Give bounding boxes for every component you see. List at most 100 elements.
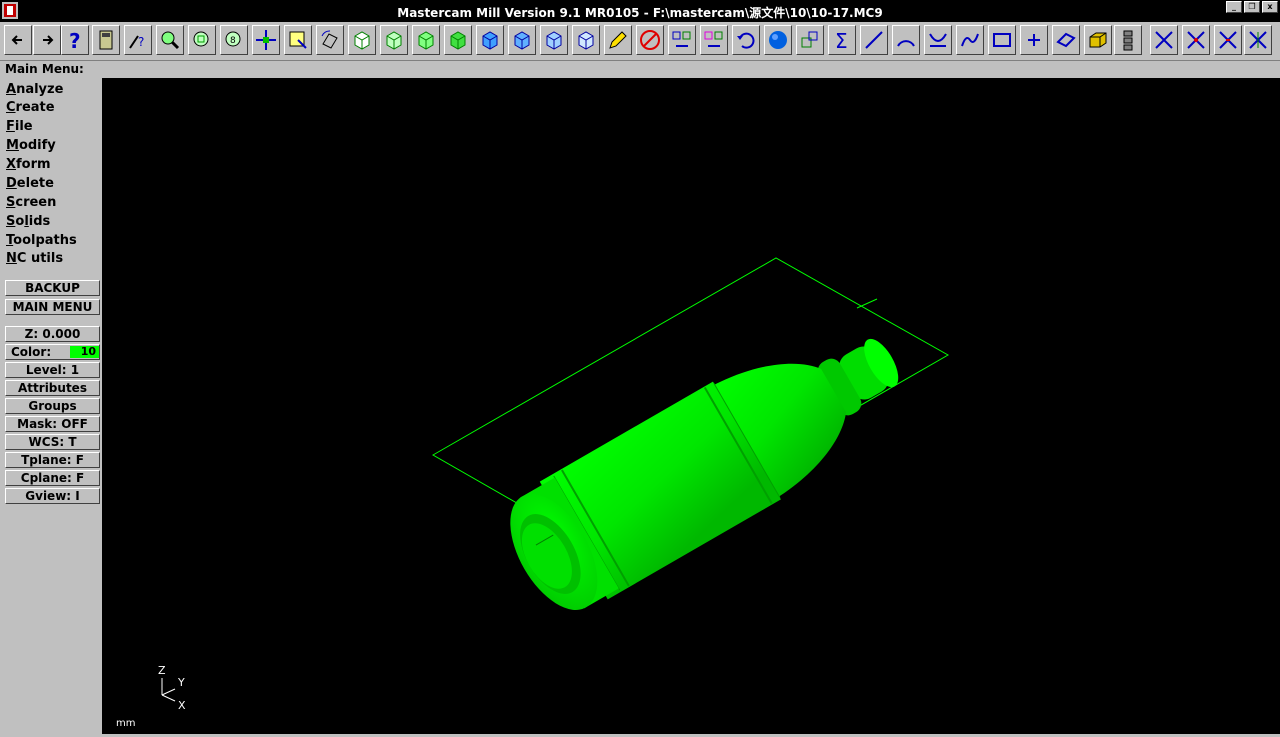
z-depth-button[interactable]: Z: 0.000 [5, 326, 100, 342]
no-delete-icon [640, 30, 660, 50]
sum-icon: Σ [835, 29, 848, 52]
surface-button[interactable] [1052, 25, 1080, 55]
menu-item-create[interactable]: Create [6, 100, 55, 115]
zoom-window-button[interactable] [188, 25, 216, 55]
pencil-icon [609, 31, 627, 49]
line-button[interactable] [860, 25, 888, 55]
forward-arrow-button[interactable] [33, 25, 61, 55]
attributes-button[interactable]: Attributes [5, 380, 100, 396]
spline-button[interactable] [956, 25, 984, 55]
cplane-side-button[interactable] [540, 25, 568, 55]
view-front-button[interactable] [380, 25, 408, 55]
trim-multi-button[interactable] [1244, 25, 1272, 55]
help-button[interactable]: ? [61, 25, 89, 55]
surface-icon [1056, 32, 1076, 48]
tree-icon [1123, 30, 1133, 51]
cplane-front-button[interactable] [508, 25, 536, 55]
pan-button[interactable] [252, 25, 280, 55]
view-iso-button[interactable] [444, 25, 472, 55]
color-swatch: 10 [70, 346, 99, 358]
svg-text:8: 8 [230, 36, 236, 46]
svg-text:?: ? [69, 29, 81, 52]
minimize-button[interactable]: _ [1226, 1, 1242, 13]
menu-item-screen[interactable]: Screen [6, 195, 56, 210]
translate-button[interactable] [668, 25, 696, 55]
restore-button[interactable]: ❐ [1244, 1, 1260, 13]
menu-item-analyze[interactable]: Analyze [6, 82, 63, 97]
cplane-top-icon [482, 31, 498, 50]
arc-icon [897, 40, 915, 47]
zoom-in-button[interactable] [156, 25, 184, 55]
toolbar: ?? 8 Σ [0, 22, 1280, 61]
close-button[interactable]: x [1262, 1, 1278, 13]
trim-multi-icon [1249, 31, 1267, 49]
pan-icon [256, 30, 276, 50]
groups-button[interactable]: Groups [5, 398, 100, 414]
view-top-icon [354, 31, 370, 50]
solid-box-button[interactable] [1084, 25, 1112, 55]
fillet-icon [929, 33, 947, 47]
level-button[interactable]: Level: 1 [5, 362, 100, 378]
fillet-button[interactable] [924, 25, 952, 55]
view-top-button[interactable] [348, 25, 376, 55]
copy-button[interactable] [700, 25, 728, 55]
tree-button[interactable] [1114, 25, 1142, 55]
main-menu-button[interactable]: MAIN MENU [5, 299, 100, 315]
copy-icon [704, 31, 723, 47]
undo-button[interactable] [732, 25, 760, 55]
calculator-button[interactable] [92, 25, 120, 55]
cplane-button[interactable]: Cplane: F [5, 470, 100, 486]
mask-button[interactable]: Mask: OFF [5, 416, 100, 432]
backup-button[interactable]: BACKUP [5, 280, 100, 296]
line-icon [865, 31, 883, 49]
cplane-top-button[interactable] [476, 25, 504, 55]
cplane-side-icon [546, 31, 562, 50]
menu-item-toolpaths[interactable]: Toolpaths [6, 233, 77, 248]
main-menu-label: Main Menu: [5, 62, 84, 76]
sphere-button[interactable] [764, 25, 792, 55]
analyze-query-button[interactable]: ? [124, 25, 152, 55]
sum-button[interactable]: Σ [828, 25, 856, 55]
tplane-button[interactable]: Tplane: F [5, 452, 100, 468]
gview-button[interactable]: Gview: I [5, 488, 100, 504]
trim-divide-button[interactable] [1214, 25, 1242, 55]
menu-item-solids[interactable]: Solids [6, 214, 50, 229]
pencil-button[interactable] [604, 25, 632, 55]
forward-arrow-icon [43, 35, 54, 45]
solid-box-icon [1089, 32, 1107, 48]
color-button[interactable]: Color: 10 [5, 344, 100, 360]
point-icon [1028, 34, 1040, 46]
analyze-query-icon: ? [129, 35, 144, 49]
rectangle-icon [993, 33, 1011, 47]
sphere-icon [769, 31, 787, 49]
axis-y-label: Y [178, 676, 185, 689]
break-button[interactable] [1182, 25, 1210, 55]
rectangle-button[interactable] [988, 25, 1016, 55]
graphics-viewport[interactable]: Z Y X mm [102, 78, 1280, 734]
zoom-in-icon [161, 31, 180, 50]
scale-button[interactable] [796, 25, 824, 55]
cplane-3d-icon [578, 31, 594, 50]
menu-item-xform[interactable]: Xform [6, 157, 51, 172]
wcs-button[interactable]: WCS: T [5, 434, 100, 450]
menu-item-delete[interactable]: Delete [6, 176, 54, 191]
select-edit-button[interactable] [284, 25, 312, 55]
rotate-view-icon [321, 30, 338, 49]
zoom-scale-button[interactable]: 8 [220, 25, 248, 55]
back-arrow-button[interactable] [4, 25, 32, 55]
cplane-3d-button[interactable] [572, 25, 600, 55]
menu-item-modify[interactable]: Modify [6, 138, 56, 153]
view-side-button[interactable] [412, 25, 440, 55]
menu-item-nc-utils[interactable]: NC utils [6, 251, 63, 266]
arc-button[interactable] [892, 25, 920, 55]
rotate-view-button[interactable] [316, 25, 344, 55]
menu-item-file[interactable]: File [6, 119, 33, 134]
bottle-solid-model [161, 257, 950, 702]
point-button[interactable] [1020, 25, 1048, 55]
calculator-icon [99, 30, 113, 50]
title-bar: Mastercam Mill Version 9.1 MR0105 - F:\m… [0, 0, 1280, 22]
axis-x-label: X [178, 699, 186, 712]
no-delete-button[interactable] [636, 25, 664, 55]
trim-button[interactable] [1150, 25, 1178, 55]
trim-icon [1155, 31, 1173, 49]
